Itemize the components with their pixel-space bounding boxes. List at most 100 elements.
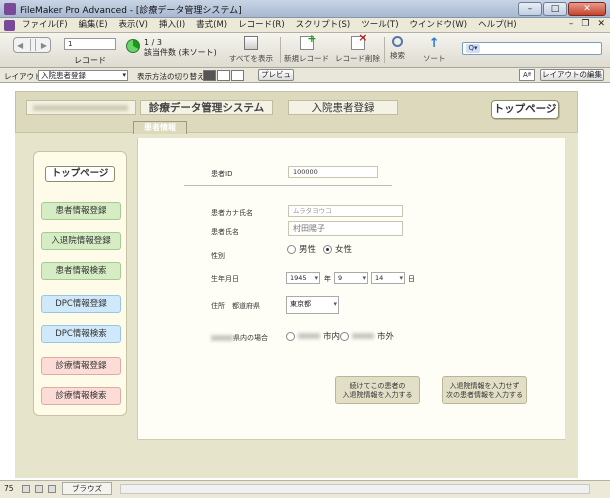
sidebar-top-page-button[interactable]: トップページ	[45, 166, 115, 182]
city-inside-radio[interactable]: 市内	[286, 330, 340, 342]
sex-male-radio[interactable]: 男性	[287, 243, 316, 255]
menu-item-3[interactable]: 挿入(I)	[159, 19, 185, 32]
sex-female-radio[interactable]: 女性	[323, 243, 352, 255]
zoom-level[interactable]: 75	[4, 484, 14, 493]
next-record-icon[interactable]: ▶	[41, 41, 47, 50]
minimize-button[interactable]: –	[518, 2, 542, 16]
dob-day-select[interactable]: 14	[371, 272, 405, 284]
day-unit: 日	[408, 275, 415, 283]
delete-record-button[interactable]: レコード削除	[335, 31, 380, 64]
text-size-button[interactable]: Aª	[519, 69, 535, 81]
window-title: FileMaker Pro Advanced - [診療データ管理システム]	[20, 6, 242, 16]
radio-circle-icon	[286, 331, 295, 341]
zoom-out-icon[interactable]	[22, 485, 30, 493]
layout-select[interactable]: 入院患者登録	[38, 70, 128, 81]
doc-restore-button[interactable]: ❐	[581, 19, 589, 29]
delete-record-label: レコード削除	[335, 54, 380, 63]
quick-find-search-icon[interactable]: Q▾	[466, 44, 480, 53]
mode-indicator[interactable]: ブラウズ	[62, 482, 112, 495]
current-record-input[interactable]: 1	[64, 38, 116, 50]
sidebar-item-dpc-search[interactable]: DPC情報検索	[41, 325, 121, 343]
menu-item-1[interactable]: 編集(E)	[79, 19, 108, 32]
toolbar-separator	[384, 37, 385, 63]
sidebar-item-dpc-register[interactable]: DPC情報登録	[41, 295, 121, 313]
patient-name-label: 患者氏名	[211, 228, 239, 236]
next-patient-button[interactable]: 入退院情報を入力せず 次の患者情報を入力する	[442, 376, 527, 404]
new-record-icon	[299, 32, 317, 50]
filemaker-app-icon	[4, 3, 16, 15]
magnifier-icon	[392, 36, 403, 47]
document-window-controls: – ❐ ✕	[569, 19, 605, 29]
redacted-text	[352, 333, 374, 339]
toggle-toolbar-icon[interactable]	[48, 485, 56, 493]
zoom-in-icon[interactable]	[35, 485, 43, 493]
edit-layout-button[interactable]: レイアウトの編集	[540, 69, 604, 81]
continue-admission-button[interactable]: 続けてこの患者の 入退院情報を入力する	[335, 376, 420, 404]
city-outside-radio[interactable]: 市外	[340, 330, 394, 342]
show-all-icon	[244, 36, 259, 50]
prefecture-select[interactable]: 東京都	[286, 296, 339, 314]
dob-month-select[interactable]: 9	[334, 272, 368, 284]
sidebar-item-medical-register[interactable]: 診療情報登録	[41, 357, 121, 375]
table-view-icon[interactable]	[231, 70, 244, 81]
radio-circle-icon	[287, 244, 296, 254]
find-button[interactable]: 検索	[390, 36, 405, 61]
form-view-icon[interactable]	[203, 70, 216, 81]
toolbar-separator	[280, 37, 281, 63]
divider	[184, 185, 392, 186]
delete-record-icon	[350, 31, 368, 50]
preview-button[interactable]: プレビュー	[258, 69, 294, 89]
dob-year-select[interactable]: 1945	[286, 272, 320, 284]
menu-item-4[interactable]: 書式(M)	[196, 19, 227, 32]
new-record-button[interactable]: 新規レコード	[284, 32, 329, 64]
address-label: 住所 都道府県	[211, 302, 260, 310]
sidebar-item-medical-search[interactable]: 診療情報検索	[41, 387, 121, 405]
kana-name-field[interactable]: ムラタヨウコ	[288, 205, 403, 217]
layout-content: 診療データ管理システム 入院患者登録 トップページ 患者情報 トップページ 患者…	[0, 83, 610, 480]
record-navigator-book-icon[interactable]: ◀ ▶	[13, 37, 51, 53]
patient-name-field[interactable]: 村田陽子	[288, 221, 403, 236]
system-title: 診療データ管理システム	[140, 100, 273, 115]
found-set-info: 1 / 3 該当件数 (未ソート)	[144, 38, 217, 58]
find-label: 検索	[390, 51, 405, 60]
top-page-button-header[interactable]: トップページ	[491, 100, 559, 119]
menu-item-0[interactable]: ファイル(F)	[22, 19, 68, 32]
new-record-label: 新規レコード	[284, 54, 329, 63]
record-label: レコード	[74, 56, 106, 65]
previous-record-icon[interactable]: ◀	[17, 41, 23, 50]
header-band: 診療データ管理システム 入院患者登録 トップページ	[15, 91, 578, 133]
patient-id-field[interactable]: 100000	[288, 166, 378, 178]
sidebar: トップページ 患者情報登録 入退院情報登録 患者情報検索 DPC情報登録 DPC…	[33, 151, 127, 416]
view-as-label: 表示方法の切り替え:	[137, 72, 208, 81]
sex-male-label: 男性	[299, 245, 317, 255]
menu-item-8[interactable]: ウインドウ(W)	[410, 19, 468, 32]
tab-patient-info[interactable]: 患者情報	[133, 121, 187, 134]
window-controls: – □ ✕	[518, 2, 606, 16]
menu-item-9[interactable]: ヘルプ(H)	[478, 19, 517, 32]
hospital-name-redacted	[26, 100, 136, 115]
book-spine-icon	[30, 39, 36, 51]
close-button[interactable]: ✕	[568, 2, 606, 16]
menu-item-6[interactable]: スクリプト(S)	[296, 19, 351, 32]
list-view-icon[interactable]	[217, 70, 230, 81]
quick-find-input[interactable]: Q▾	[462, 42, 602, 55]
patient-id-label: 患者ID	[211, 170, 233, 178]
sidebar-item-patient-search[interactable]: 患者情報検索	[41, 262, 121, 280]
doc-close-button[interactable]: ✕	[597, 19, 605, 29]
menu-item-2[interactable]: 表示(V)	[119, 19, 148, 32]
horizontal-scrollbar[interactable]	[120, 484, 590, 494]
sidebar-item-patient-register[interactable]: 患者情報登録	[41, 202, 121, 220]
sort-button[interactable]: ソート	[423, 36, 446, 64]
status-toolbar: ◀ ▶ 1 レコード 1 / 3 該当件数 (未ソート) すべてを表示 新規レコ…	[0, 31, 610, 68]
maximize-button[interactable]: □	[543, 2, 567, 16]
city-outside-label: 市外	[377, 332, 395, 342]
show-all-label: すべてを表示	[229, 54, 274, 63]
in-prefecture-text: 県内の場合	[233, 334, 268, 342]
document-icon[interactable]	[4, 20, 15, 31]
sidebar-item-admission-register[interactable]: 入退院情報登録	[41, 232, 121, 250]
sex-female-label: 女性	[335, 245, 353, 255]
page-title: 入院患者登録	[288, 100, 398, 115]
doc-minimize-button[interactable]: –	[569, 19, 574, 29]
menu-item-5[interactable]: レコード(R)	[238, 19, 285, 32]
show-all-button[interactable]: すべてを表示	[229, 36, 273, 64]
